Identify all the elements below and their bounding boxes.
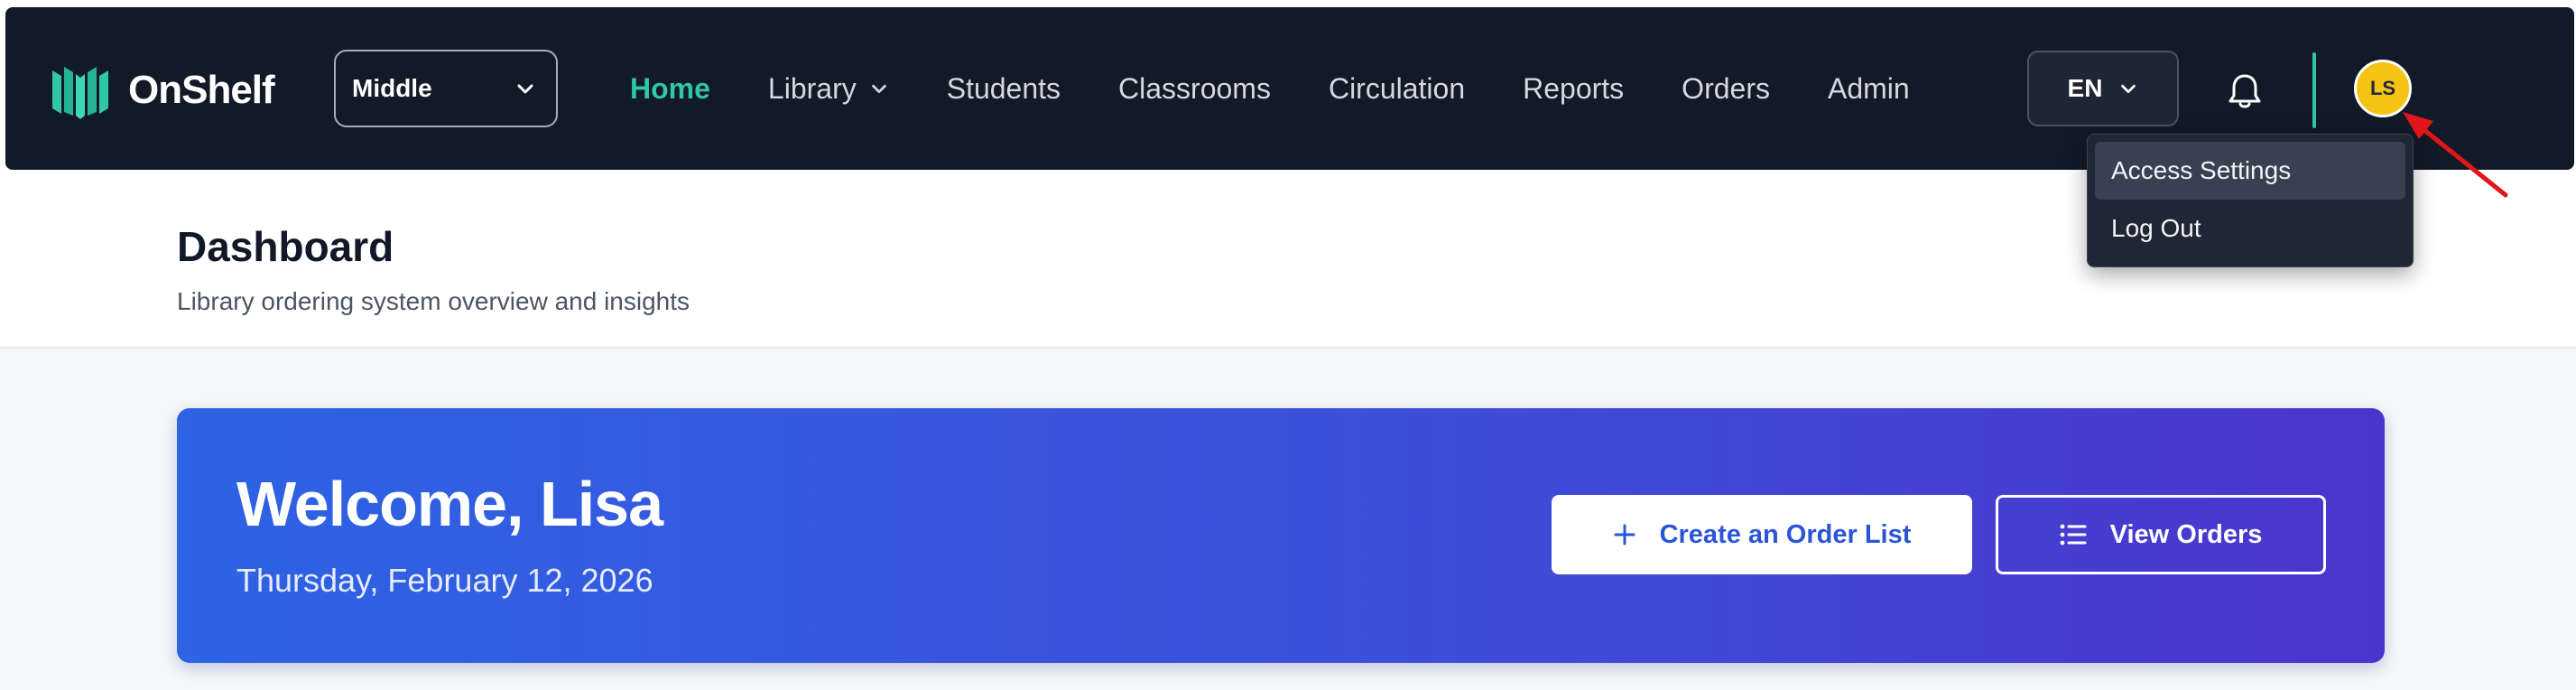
language-value: EN xyxy=(2067,74,2103,102)
welcome-banner: Welcome, Lisa Thursday, February 12, 202… xyxy=(177,408,2385,663)
nav-item-reports[interactable]: Reports xyxy=(1523,72,1624,106)
user-menu-dropdown: Access Settings Log Out xyxy=(2087,134,2414,267)
page-title: Dashboard xyxy=(177,223,394,270)
menu-item-label: Access Settings xyxy=(2111,156,2292,184)
school-level-value: Middle xyxy=(352,74,432,102)
nav-item-label: Reports xyxy=(1523,71,1625,105)
nav-item-label: Circulation xyxy=(1328,71,1466,105)
nav-item-label: Orders xyxy=(1682,71,1770,105)
create-order-list-button[interactable]: Create an Order List xyxy=(1552,495,1972,574)
welcome-greeting: Welcome, Lisa xyxy=(236,469,663,539)
nav-item-label: Students xyxy=(946,71,1061,105)
main-nav: Home Library Students Classrooms Circula… xyxy=(630,7,1968,170)
nav-item-label: Library xyxy=(767,71,857,105)
list-icon xyxy=(2060,524,2087,545)
menu-item-access-settings[interactable]: Access Settings xyxy=(2095,142,2405,200)
view-orders-label: View Orders xyxy=(2109,519,2263,549)
chevron-down-icon xyxy=(871,84,886,94)
nav-item-circulation[interactable]: Circulation xyxy=(1329,72,1465,106)
page-subtitle: Library ordering system overview and ins… xyxy=(177,287,690,315)
language-select[interactable]: EN xyxy=(2027,51,2179,126)
create-order-list-label: Create an Order List xyxy=(1659,519,1912,549)
school-level-select[interactable]: Middle xyxy=(334,50,558,127)
brand[interactable]: OnShelf xyxy=(49,61,275,119)
current-date: Thursday, February 12, 2026 xyxy=(236,562,653,599)
brand-name: OnShelf xyxy=(128,68,275,112)
menu-item-label: Log Out xyxy=(2111,214,2201,242)
view-orders-button[interactable]: View Orders xyxy=(1996,495,2326,574)
nav-divider xyxy=(2312,52,2316,128)
nav-item-classrooms[interactable]: Classrooms xyxy=(1118,72,1271,106)
bell-icon[interactable] xyxy=(2228,72,2262,110)
chevron-down-icon xyxy=(517,84,533,94)
app-root: OnShelf Middle Home Library Students Cla… xyxy=(0,0,2576,690)
menu-item-log-out[interactable]: Log Out xyxy=(2095,200,2405,257)
plus-icon xyxy=(1614,524,1635,545)
nav-item-library[interactable]: Library xyxy=(768,72,889,106)
chevron-down-icon xyxy=(2121,84,2136,94)
nav-item-admin[interactable]: Admin xyxy=(1828,72,1910,106)
user-initials: LS xyxy=(2369,77,2396,99)
annotation-arrow-icon xyxy=(2403,112,2508,198)
open-book-logo-icon xyxy=(52,67,108,119)
nav-item-orders[interactable]: Orders xyxy=(1682,72,1770,106)
nav-item-label: Home xyxy=(630,71,710,105)
nav-item-home[interactable]: Home xyxy=(630,72,710,106)
nav-item-label: Admin xyxy=(1827,71,1910,105)
nav-item-students[interactable]: Students xyxy=(947,72,1061,106)
nav-item-label: Classrooms xyxy=(1118,71,1271,105)
